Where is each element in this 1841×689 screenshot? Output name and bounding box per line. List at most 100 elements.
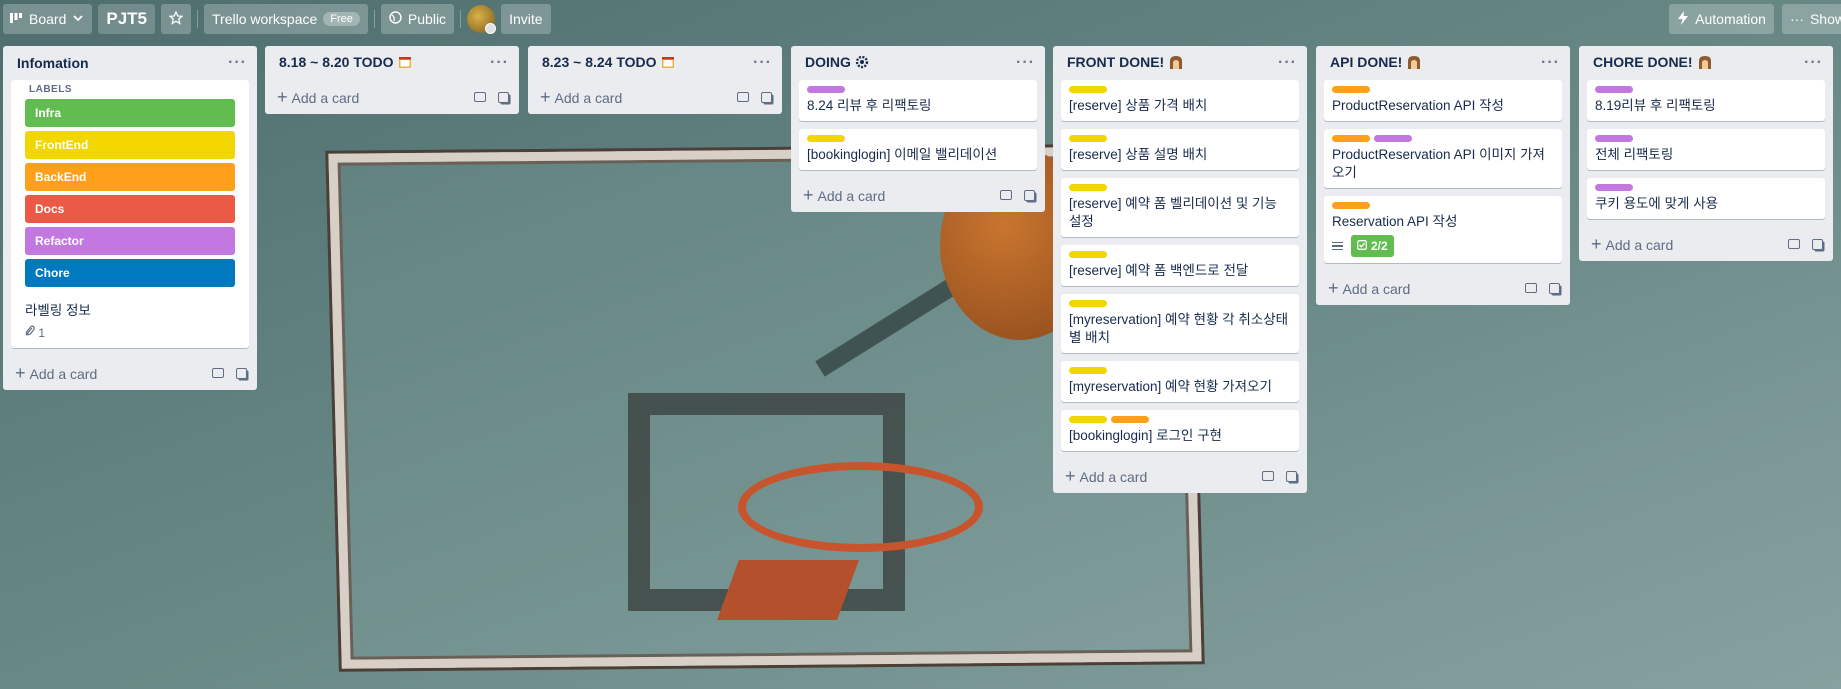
workspace-button[interactable]: Trello workspace Free — [204, 4, 368, 34]
list-menu-icon[interactable]: ··· — [1016, 54, 1035, 72]
card[interactable]: 쿠키 용도에 맞게 사용 — [1587, 178, 1825, 219]
list-front-done: FRONT DONE! ··· [reserve] 상품 가격 배치 [rese… — [1053, 46, 1307, 493]
card-title: [reserve] 상품 설명 배치 — [1069, 147, 1208, 162]
label-refactor[interactable] — [807, 86, 845, 93]
list-todo-0818: 8.18 ~ 8.20 TODO ··· + Add a card — [265, 46, 519, 114]
card-title: 라벨링 정보 — [25, 303, 91, 318]
list-menu-icon[interactable]: ··· — [1541, 54, 1560, 72]
divider — [373, 10, 375, 28]
board-view-button[interactable]: Board — [3, 4, 93, 34]
divider — [460, 10, 462, 28]
label-refactor[interactable] — [1595, 184, 1633, 191]
label-frontend[interactable] — [1069, 86, 1107, 93]
label-refactor[interactable] — [1374, 135, 1412, 142]
attachment-badge: 1 — [25, 325, 239, 340]
card[interactable]: [reserve] 상품 설명 배치 — [1061, 129, 1299, 170]
card-title: ProductReservation API 작성 — [1332, 98, 1504, 113]
board-title[interactable]: PJT5 — [98, 4, 155, 34]
card[interactable]: 8.19리뷰 후 리팩토링 — [1587, 80, 1825, 121]
label-frontend[interactable] — [1069, 300, 1107, 307]
create-from-template-icon[interactable] — [1286, 470, 1297, 482]
card[interactable]: [bookinglogin] 로그인 구현 — [1061, 410, 1299, 451]
card[interactable]: 8.24 리뷰 후 리팩토링 — [799, 80, 1037, 121]
card[interactable]: ProductReservation API 이미지 가져오기 — [1324, 129, 1562, 188]
template-icon[interactable] — [1788, 238, 1800, 249]
add-card-button[interactable]: + Add a card — [1579, 227, 1833, 261]
label-frontend[interactable] — [807, 135, 845, 142]
add-card-button[interactable]: + Add a card — [1316, 271, 1570, 305]
label-frontend[interactable] — [1069, 367, 1107, 374]
attachment-count: 1 — [38, 326, 46, 340]
list-header[interactable]: API DONE! ··· — [1316, 46, 1570, 80]
card[interactable]: [reserve] 상품 가격 배치 — [1061, 80, 1299, 121]
labels-heading: LABELS — [29, 84, 72, 95]
label-frontend[interactable] — [1069, 251, 1107, 258]
automation-button[interactable]: Automation — [1669, 4, 1774, 34]
label-frontend[interactable] — [1069, 416, 1107, 423]
template-icon[interactable] — [474, 91, 486, 102]
invite-button[interactable]: Invite — [501, 4, 551, 34]
template-icon[interactable] — [1000, 189, 1012, 200]
visibility-button[interactable]: Public — [380, 4, 455, 34]
create-from-template-icon[interactable] — [761, 91, 772, 103]
member-avatar[interactable] — [467, 5, 497, 34]
label-refactor[interactable] — [1595, 86, 1633, 93]
divider — [197, 10, 198, 28]
list-menu-icon[interactable]: ··· — [490, 54, 509, 72]
card-labels-info[interactable]: LABELS Infra FrontEnd BackEnd Docs Refac… — [11, 80, 249, 348]
list-header[interactable]: Infomation ··· — [3, 46, 257, 80]
invite-label: Invite — [509, 11, 543, 27]
create-from-template-icon[interactable] — [236, 367, 247, 379]
add-card-label: Add a card — [1605, 236, 1674, 253]
label-backend[interactable] — [1332, 202, 1370, 209]
label-frontend[interactable] — [1069, 184, 1107, 191]
star-button[interactable] — [161, 4, 191, 34]
chevron-down-icon — [72, 11, 84, 27]
list-header[interactable]: FRONT DONE! ··· — [1053, 46, 1307, 80]
card-title: [reserve] 예약 폼 백엔드로 전달 — [1069, 263, 1249, 278]
label-backend: BackEnd — [25, 163, 235, 191]
header-right-actions: Automation ··· Show — [1669, 4, 1841, 34]
label-backend[interactable] — [1332, 135, 1370, 142]
list-title: FRONT DONE! — [1067, 54, 1165, 70]
card[interactable]: 전체 리팩토링 — [1587, 129, 1825, 170]
add-card-label: Add a card — [29, 365, 98, 382]
template-icon[interactable] — [737, 91, 749, 102]
add-card-button[interactable]: + Add a card — [3, 356, 257, 390]
label-backend[interactable] — [1111, 416, 1149, 423]
card[interactable]: [myreservation] 예약 현황 각 취소상태별 배치 — [1061, 294, 1299, 353]
list-menu-icon[interactable]: ··· — [753, 54, 772, 72]
list-menu-icon[interactable]: ··· — [1278, 54, 1297, 72]
card[interactable]: [reserve] 예약 폼 벨리데이션 및 기능 설정 — [1061, 178, 1299, 237]
template-icon[interactable] — [1262, 470, 1274, 481]
create-from-template-icon[interactable] — [1812, 238, 1823, 250]
create-from-template-icon[interactable] — [1024, 189, 1035, 201]
add-card-button[interactable]: + Add a card — [1053, 459, 1307, 493]
label-frontend[interactable] — [1069, 135, 1107, 142]
list-header[interactable]: DOING ··· — [791, 46, 1045, 80]
label-refactor[interactable] — [1595, 135, 1633, 142]
template-icon[interactable] — [1525, 282, 1537, 293]
label-backend[interactable] — [1332, 86, 1370, 93]
card-title: 쿠키 용도에 맞게 사용 — [1595, 196, 1719, 211]
list-header[interactable]: CHORE DONE! ··· — [1579, 46, 1833, 80]
list-header[interactable]: 8.23 ~ 8.24 TODO ··· — [528, 46, 782, 80]
lightning-icon — [1677, 10, 1689, 28]
show-menu-button[interactable]: ··· Show — [1781, 4, 1841, 34]
list-header[interactable]: 8.18 ~ 8.20 TODO ··· — [265, 46, 519, 80]
card[interactable]: [myreservation] 예약 현황 가져오기 — [1061, 361, 1299, 402]
card[interactable]: Reservation API 작성 2/2 — [1324, 196, 1562, 263]
card-title: [myreservation] 예약 현황 각 취소상태별 배치 — [1069, 312, 1289, 345]
card[interactable]: [reserve] 예약 폼 백엔드로 전달 — [1061, 245, 1299, 286]
list-menu-icon[interactable]: ··· — [1804, 54, 1823, 72]
card[interactable]: ProductReservation API 작성 — [1324, 80, 1562, 121]
template-icon[interactable] — [212, 367, 224, 378]
card[interactable]: [bookinglogin] 이메일 밸리데이션 — [799, 129, 1037, 170]
create-from-template-icon[interactable] — [498, 91, 509, 103]
list-menu-icon[interactable]: ··· — [228, 54, 247, 72]
add-card-button[interactable]: + Add a card — [791, 178, 1045, 212]
add-card-button[interactable]: + Add a card — [265, 80, 519, 114]
list-title: API DONE! — [1330, 54, 1403, 70]
create-from-template-icon[interactable] — [1549, 282, 1560, 294]
add-card-button[interactable]: + Add a card — [528, 80, 782, 114]
